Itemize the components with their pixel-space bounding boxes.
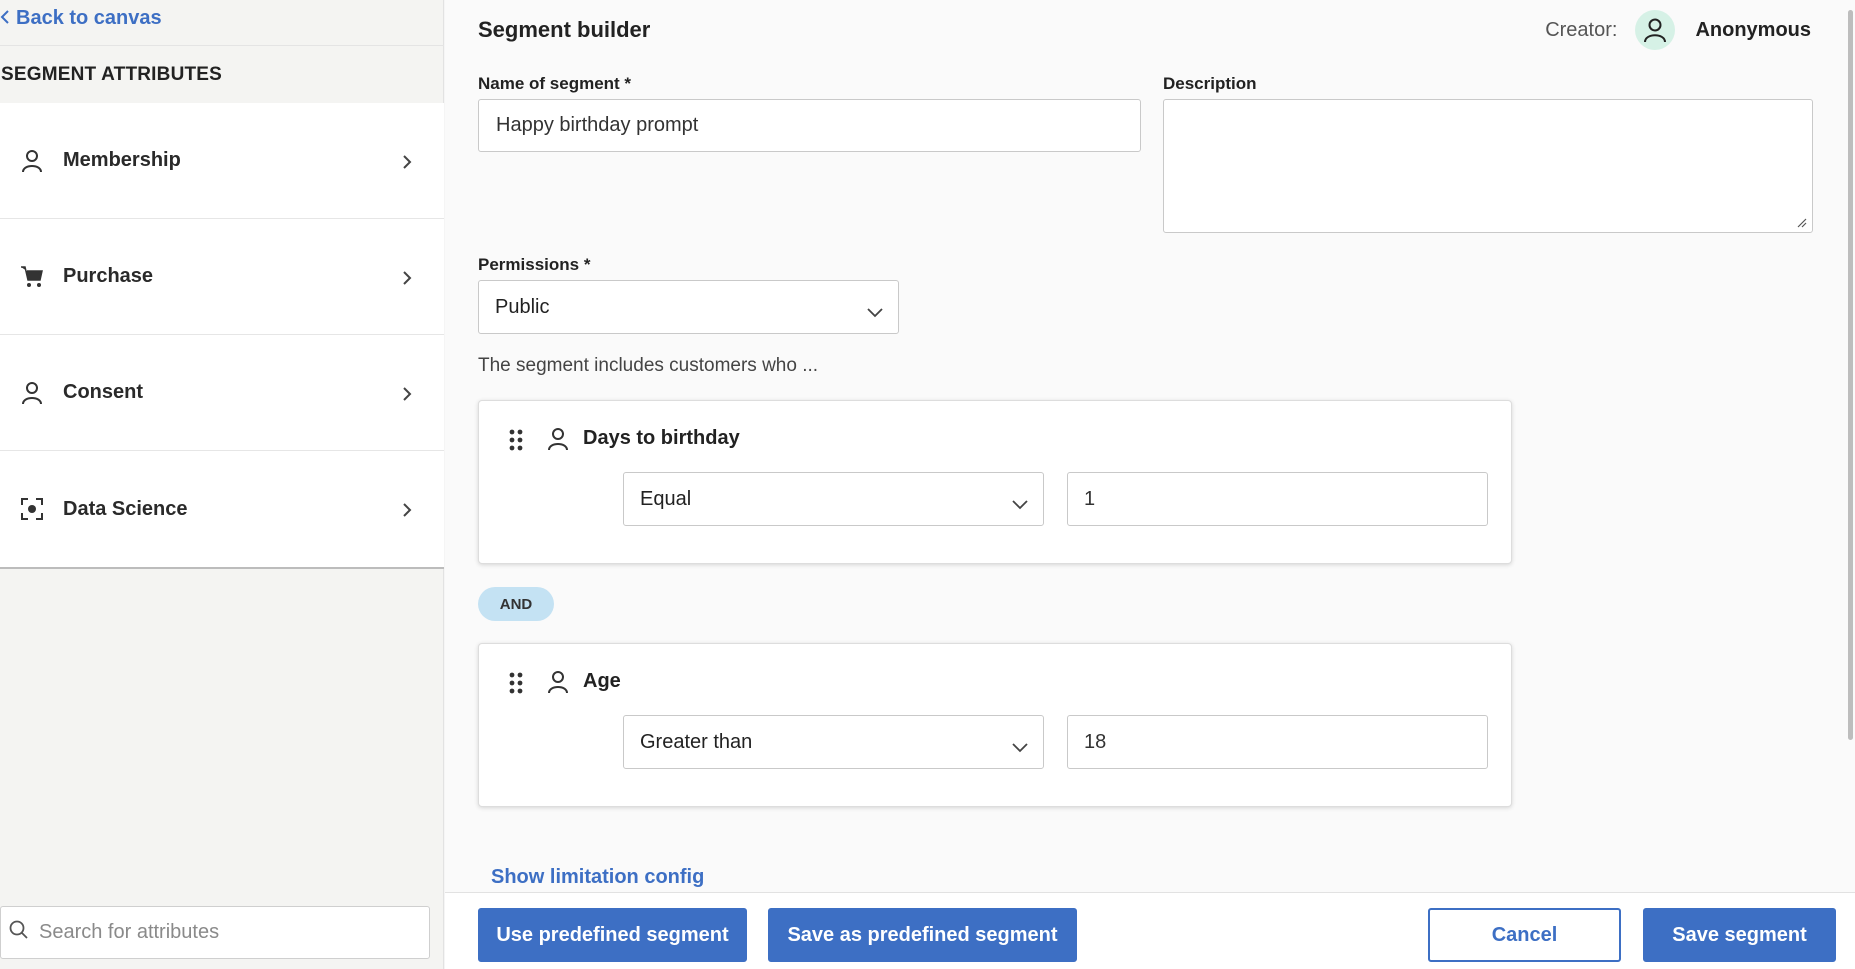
cart-icon bbox=[20, 265, 44, 289]
save-segment-button[interactable]: Save segment bbox=[1643, 908, 1836, 962]
show-limitation-config-link[interactable]: Show limitation config bbox=[491, 866, 704, 889]
description-textarea[interactable] bbox=[1163, 99, 1813, 233]
chevron-down-icon bbox=[866, 301, 884, 318]
segment-name-input[interactable]: Happy birthday prompt bbox=[478, 99, 1141, 152]
rule-value-input[interactable]: 18 bbox=[1067, 715, 1488, 769]
page-title: Segment builder bbox=[478, 17, 651, 42]
sidebar-item-purchase[interactable]: Purchase bbox=[0, 219, 444, 335]
attributes-sidebar: Back to canvas SEGMENT ATTRIBUTES Member… bbox=[0, 0, 444, 969]
rule-operator-select[interactable]: Greater than bbox=[623, 715, 1044, 769]
permissions-select[interactable]: Public bbox=[478, 280, 899, 334]
cancel-button[interactable]: Cancel bbox=[1428, 908, 1621, 962]
description-label: Description bbox=[1163, 74, 1257, 93]
rule-attribute-name: Age bbox=[583, 670, 621, 692]
back-to-canvas-link[interactable]: Back to canvas bbox=[0, 4, 162, 32]
sidebar-item-consent[interactable]: Consent bbox=[0, 335, 444, 451]
rule-card: Days to birthday Equal 1 bbox=[478, 400, 1512, 564]
chevron-right-icon bbox=[402, 154, 416, 169]
and-connector-badge[interactable]: AND bbox=[478, 587, 554, 621]
person-icon bbox=[20, 149, 44, 173]
creator-info: Creator: Anonymous bbox=[1545, 8, 1811, 52]
segment-attributes-heading: SEGMENT ATTRIBUTES bbox=[0, 45, 444, 103]
search-input[interactable] bbox=[39, 921, 399, 944]
chevron-down-icon bbox=[1011, 493, 1029, 510]
drag-handle-icon[interactable] bbox=[509, 429, 523, 451]
person-icon bbox=[1644, 18, 1667, 43]
avatar bbox=[1635, 10, 1676, 50]
segment-intro-text: The segment includes customers who ... bbox=[478, 355, 819, 376]
permissions-label: Permissions * bbox=[478, 255, 591, 274]
scrollbar-thumb[interactable] bbox=[1848, 10, 1853, 740]
sidebar-item-data-science[interactable]: Data Science bbox=[0, 451, 444, 567]
permissions-value: Public bbox=[495, 295, 550, 318]
person-icon bbox=[547, 670, 571, 694]
person-icon bbox=[547, 427, 571, 451]
rule-operator-value: Equal bbox=[640, 487, 692, 510]
action-footer: Use predefined segment Save as predefine… bbox=[445, 892, 1855, 969]
chevron-right-icon bbox=[402, 502, 416, 517]
sidebar-item-label: Consent bbox=[63, 381, 143, 403]
sidebar-item-label: Purchase bbox=[63, 265, 154, 287]
sidebar-item-label: Membership bbox=[63, 149, 181, 171]
resize-grip-icon[interactable] bbox=[1795, 215, 1807, 228]
creator-name: Anonymous bbox=[1695, 18, 1811, 41]
segment-builder-panel: Segment builder Creator: Anonymous Name … bbox=[445, 0, 1855, 969]
attribute-search-box[interactable] bbox=[0, 906, 430, 959]
use-predefined-segment-button[interactable]: Use predefined segment bbox=[478, 908, 747, 962]
rule-attribute-name: Days to birthday bbox=[583, 427, 740, 449]
chevron-down-icon bbox=[1011, 736, 1029, 753]
chevron-right-icon bbox=[402, 270, 416, 285]
search-icon bbox=[9, 920, 29, 945]
save-as-predefined-segment-button[interactable]: Save as predefined segment bbox=[768, 908, 1077, 962]
chevron-left-icon bbox=[0, 7, 16, 30]
drag-handle-icon[interactable] bbox=[509, 672, 523, 694]
chevron-right-icon bbox=[402, 386, 416, 401]
rule-value-input[interactable]: 1 bbox=[1067, 472, 1488, 526]
person-icon bbox=[20, 381, 44, 405]
scrollbar[interactable] bbox=[1845, 0, 1855, 892]
creator-label: Creator: bbox=[1545, 18, 1618, 41]
rule-operator-value: Greater than bbox=[640, 730, 753, 753]
sidebar-item-label: Data Science bbox=[63, 497, 188, 520]
back-to-canvas-label: Back to canvas bbox=[16, 6, 162, 29]
sidebar-item-membership[interactable]: Membership bbox=[0, 103, 444, 219]
focus-icon bbox=[20, 497, 44, 521]
rule-operator-select[interactable]: Equal bbox=[623, 472, 1044, 526]
rule-card: Age Greater than 18 bbox=[478, 643, 1512, 807]
segment-name-label: Name of segment * bbox=[478, 74, 632, 93]
attribute-category-list: Membership Purchase Consent Data Science bbox=[0, 103, 444, 569]
